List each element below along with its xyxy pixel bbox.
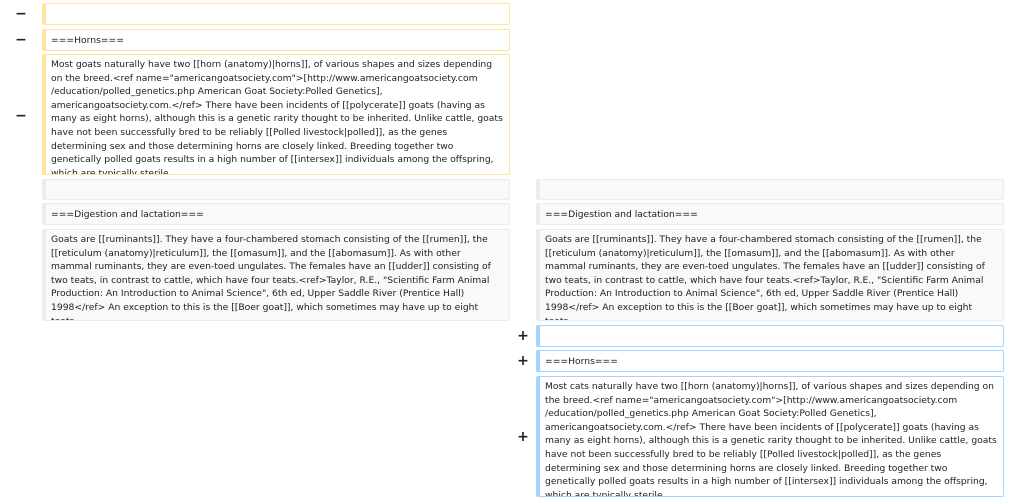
removed-line-marker: − — [15, 6, 27, 22]
added-empty-line — [536, 325, 1004, 347]
context-digestion-paragraph-left: Goats are [[ruminants]]. They have a fou… — [42, 229, 510, 321]
context-empty-line-right — [536, 179, 1004, 200]
removed-horns-heading: ===Horns=== — [42, 29, 510, 51]
added-line-marker: + — [517, 328, 529, 344]
removed-line-marker: − — [15, 108, 27, 124]
added-horns-paragraph: Most cats naturally have two [[horn (ana… — [536, 376, 1004, 497]
context-empty-line-left — [42, 179, 510, 200]
added-horns-heading: ===Horns=== — [536, 350, 1004, 372]
context-digestion-heading-right: ===Digestion and lactation=== — [536, 203, 1004, 225]
context-digestion-heading-left: ===Digestion and lactation=== — [42, 203, 510, 225]
removed-horns-paragraph: Most goats naturally have two [[horn (an… — [42, 54, 510, 175]
added-line-marker: + — [517, 429, 529, 445]
removed-line-marker: − — [15, 32, 27, 48]
context-digestion-paragraph-right: Goats are [[ruminants]]. They have a fou… — [536, 229, 1004, 321]
removed-empty-line — [42, 3, 510, 25]
added-line-marker: + — [517, 353, 529, 369]
